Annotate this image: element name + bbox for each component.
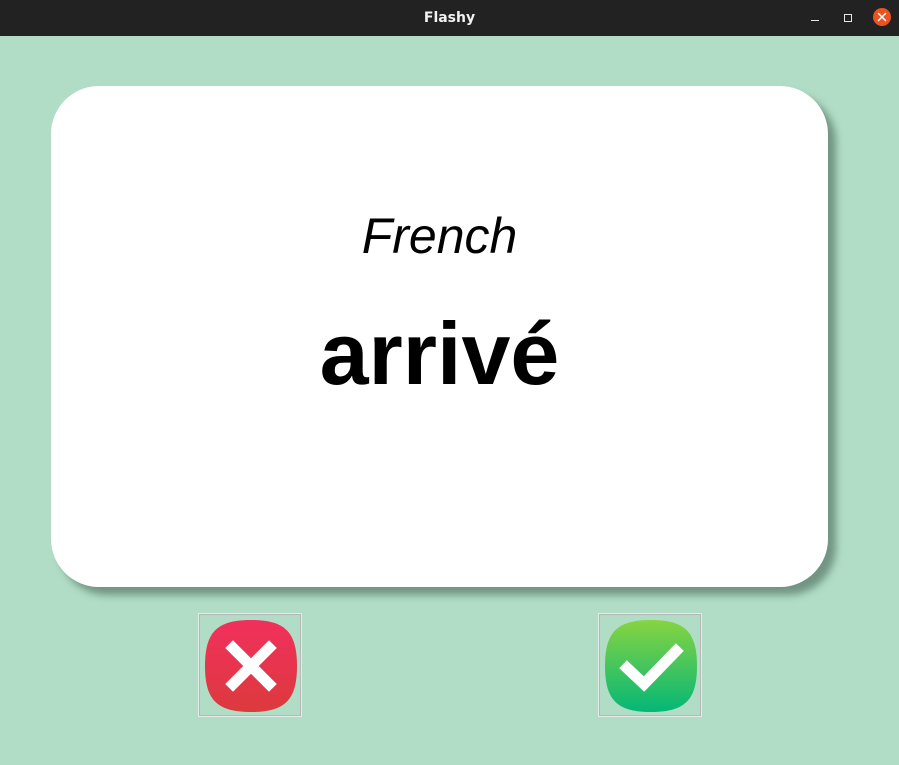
card-language-label: French — [361, 208, 518, 264]
flash-card: French arrivé — [51, 86, 828, 587]
close-button[interactable] — [872, 8, 892, 28]
window-title: Flashy — [423, 10, 476, 26]
maximize-icon — [844, 14, 852, 22]
app-window: Flashy French arrivé — [0, 0, 899, 765]
title-bar[interactable]: Flashy — [0, 0, 899, 36]
wrong-button[interactable] — [198, 613, 302, 717]
card-word: arrivé — [319, 304, 560, 403]
maximize-button[interactable] — [838, 8, 858, 28]
minimize-icon — [811, 20, 819, 21]
close-icon — [873, 8, 891, 26]
minimize-button[interactable] — [805, 8, 825, 28]
cross-icon — [205, 620, 297, 712]
right-button[interactable] — [598, 613, 702, 717]
checkmark-icon — [605, 620, 697, 712]
